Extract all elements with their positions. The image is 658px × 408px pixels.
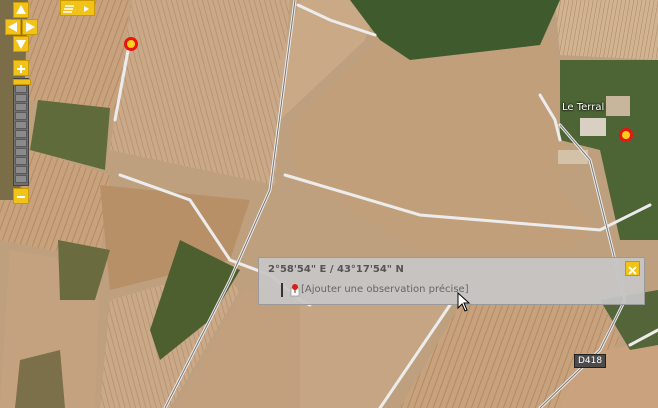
- close-icon: [628, 266, 637, 275]
- text-caret: [281, 283, 283, 297]
- zoom-tick[interactable]: [15, 112, 27, 120]
- arrow-right-icon: [26, 22, 35, 32]
- place-label: Le Terral: [562, 102, 605, 113]
- zoom-tick[interactable]: [15, 94, 27, 102]
- mouse-cursor-icon: [457, 292, 471, 312]
- layers-button[interactable]: [60, 0, 95, 16]
- pan-up-button[interactable]: [13, 2, 29, 18]
- zoom-tick[interactable]: [15, 148, 27, 156]
- zoom-in-button[interactable]: [13, 60, 29, 76]
- coordinates-text: 2°58'54" E / 43°17'54" N: [268, 264, 404, 275]
- pan-left-button[interactable]: [5, 19, 21, 35]
- satellite-imagery: [0, 0, 658, 408]
- observation-marker[interactable]: [124, 37, 138, 51]
- close-button[interactable]: [625, 261, 640, 276]
- zoom-tick[interactable]: [15, 139, 27, 147]
- zoom-tick[interactable]: [15, 121, 27, 129]
- observation-marker[interactable]: [619, 128, 633, 142]
- minus-icon: [17, 196, 25, 198]
- zoom-tick[interactable]: [15, 157, 27, 165]
- zoom-slider[interactable]: [13, 78, 31, 186]
- coordinates-popup: 2°58'54" E / 43°17'54" N [Ajouter une ob…: [258, 257, 645, 305]
- road-label: D418: [574, 354, 607, 368]
- zoom-out-button[interactable]: [13, 188, 29, 204]
- popup-action-row: [Ajouter une observation précise]: [281, 283, 623, 299]
- arrow-left-icon: [8, 22, 17, 32]
- map-viewport[interactable]: Le Terral D418 2°58'54" E / 43°17'54" N …: [0, 0, 658, 408]
- zoom-handle[interactable]: [13, 79, 31, 85]
- pin-icon: [290, 284, 300, 297]
- layers-icon: [63, 5, 89, 13]
- add-observation-link[interactable]: [Ajouter une observation précise]: [301, 284, 469, 295]
- pan-right-button[interactable]: [22, 19, 38, 35]
- zoom-tick[interactable]: [15, 166, 27, 174]
- zoom-tick[interactable]: [15, 130, 27, 138]
- arrow-down-icon: [16, 40, 26, 49]
- arrow-up-icon: [16, 5, 26, 14]
- plus-icon: [17, 65, 25, 73]
- zoom-tick[interactable]: [15, 85, 27, 93]
- pan-down-button[interactable]: [13, 36, 29, 52]
- zoom-tick[interactable]: [15, 103, 27, 111]
- zoom-tick[interactable]: [15, 175, 27, 183]
